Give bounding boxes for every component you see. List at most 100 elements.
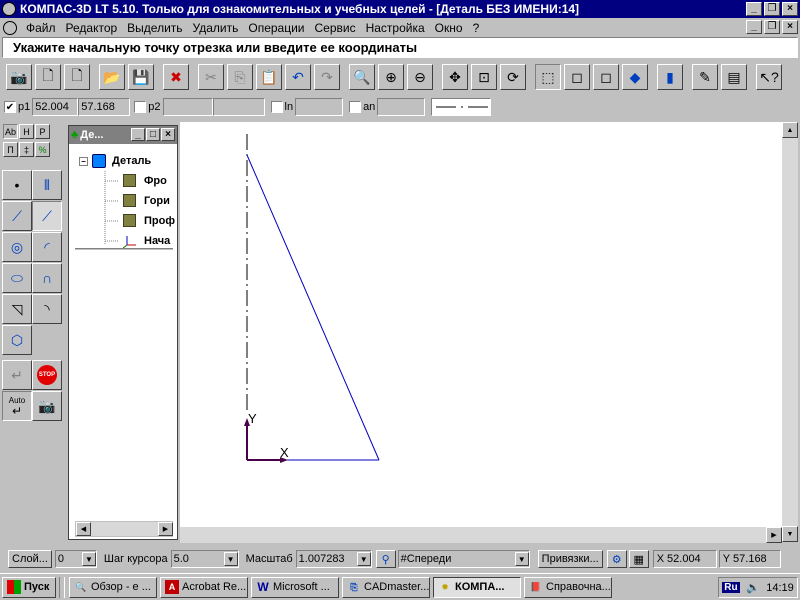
panel-icon[interactable]: ▤ bbox=[721, 64, 747, 90]
menu-window[interactable]: Окно bbox=[430, 21, 468, 35]
doc-maximize-button[interactable]: ❐ bbox=[764, 20, 780, 34]
p2-x-field[interactable] bbox=[162, 98, 213, 116]
zoom-out-icon[interactable]: ⊖ bbox=[407, 64, 433, 90]
undo-icon[interactable]: ↶ bbox=[285, 64, 311, 90]
doc-minimize-button[interactable]: _ bbox=[746, 20, 762, 34]
an-checkbox[interactable] bbox=[349, 101, 362, 113]
auxiliary-line-icon[interactable]: ⫴ bbox=[32, 170, 62, 200]
menu-operations[interactable]: Операции bbox=[243, 21, 309, 35]
doc-icon[interactable] bbox=[3, 20, 17, 35]
delete-cross-icon[interactable]: ✖ bbox=[163, 64, 189, 90]
open-folder-icon[interactable]: 📂 bbox=[99, 64, 125, 90]
chevron-down-icon[interactable]: ▼ bbox=[223, 552, 238, 566]
perspective-icon[interactable]: ▮ bbox=[657, 64, 683, 90]
start-button[interactable]: Пуск bbox=[2, 576, 56, 598]
menu-select[interactable]: Выделить bbox=[122, 21, 187, 35]
redo-icon[interactable]: ↷ bbox=[314, 64, 340, 90]
zoom-fit-icon[interactable]: ⊡ bbox=[471, 64, 497, 90]
view-combo[interactable]: #Спереди ▼ bbox=[397, 550, 530, 568]
p1-y-field[interactable]: 57.168 bbox=[78, 98, 131, 116]
segment-tool-icon[interactable]: ⟋ bbox=[32, 201, 62, 231]
minimize-button[interactable]: _ bbox=[746, 2, 762, 16]
tree-item-origin[interactable]: Нача bbox=[122, 234, 170, 249]
menu-service[interactable]: Сервис bbox=[310, 21, 361, 35]
line-tool-icon[interactable]: ⟋ bbox=[2, 201, 32, 231]
new-file-icon[interactable]: 🗋 bbox=[64, 64, 90, 90]
task-kompas[interactable]: ✹ КОМПА... bbox=[433, 576, 521, 598]
chevron-down-icon[interactable]: ▼ bbox=[81, 552, 96, 566]
chamfer-tool-icon[interactable]: ◹ bbox=[2, 294, 32, 324]
sketch-icon[interactable]: ✎ bbox=[692, 64, 718, 90]
speaker-icon[interactable]: 🔈 bbox=[746, 581, 760, 594]
spline-tool-icon[interactable]: ∩ bbox=[32, 263, 62, 293]
maximize-button[interactable]: ❐ bbox=[764, 2, 780, 16]
layer-button[interactable]: Слой... bbox=[8, 550, 52, 568]
p2-checkbox[interactable] bbox=[134, 101, 147, 113]
chevron-down-icon[interactable]: ▼ bbox=[356, 552, 371, 566]
scroll-right-icon[interactable]: ▶ bbox=[158, 522, 173, 536]
tree-splitter[interactable] bbox=[75, 248, 173, 251]
menu-delete[interactable]: Удалить bbox=[188, 21, 244, 35]
drawing-canvas[interactable]: Y X bbox=[180, 122, 782, 527]
step-combo[interactable]: 5.0 ▼ bbox=[170, 550, 239, 568]
p1-x-field[interactable]: 52.004 bbox=[32, 98, 79, 116]
grid-icon[interactable]: ▦ bbox=[628, 550, 649, 568]
zoom-icon[interactable]: 🔍 bbox=[349, 64, 375, 90]
tab-select[interactable]: % bbox=[35, 142, 50, 157]
language-indicator[interactable]: Ru bbox=[722, 582, 740, 593]
tree-item-profile-plane[interactable]: Проф bbox=[123, 214, 175, 227]
snap-settings-icon[interactable]: ⚙ bbox=[606, 550, 627, 568]
p2-y-field[interactable] bbox=[212, 98, 265, 116]
save-icon[interactable]: 💾 bbox=[128, 64, 154, 90]
p1-checkbox[interactable]: ✔ bbox=[4, 101, 16, 113]
paste-icon[interactable]: 📋 bbox=[256, 64, 282, 90]
fillet-tool-icon[interactable]: ◝ bbox=[32, 294, 62, 324]
tree-item-front-plane[interactable]: Фро bbox=[123, 174, 167, 187]
task-reference[interactable]: 📕 Справочна... bbox=[524, 576, 612, 598]
hidden-lines-icon[interactable]: ◻ bbox=[564, 64, 590, 90]
task-explorer[interactable]: 🔍 Обзор - е ... bbox=[69, 576, 157, 598]
angle-field[interactable] bbox=[377, 98, 426, 116]
zoom-in-icon[interactable]: ⊕ bbox=[378, 64, 404, 90]
shaded-icon[interactable]: ◆ bbox=[622, 64, 648, 90]
task-word[interactable]: W Microsoft ... bbox=[251, 576, 339, 598]
task-acrobat[interactable]: A Acrobat Re... bbox=[160, 576, 248, 598]
scroll-down-icon[interactable]: ▼ bbox=[782, 526, 798, 542]
menu-file[interactable]: Файл bbox=[21, 21, 61, 35]
tab-dimensions[interactable]: H bbox=[19, 124, 34, 139]
menu-help[interactable]: ? bbox=[468, 21, 485, 35]
polygon-tool-icon[interactable]: ⬡ bbox=[2, 325, 32, 355]
scroll-left-icon[interactable]: ◀ bbox=[76, 522, 91, 536]
arc-tool-icon[interactable]: ◜ bbox=[32, 232, 62, 262]
doc-close-button[interactable]: × bbox=[782, 20, 798, 34]
help-pointer-icon[interactable]: ↖? bbox=[756, 64, 782, 90]
task-cadmaster[interactable]: ⎘ CADmaster... bbox=[342, 576, 430, 598]
tree-item-horizontal-plane[interactable]: Гори bbox=[123, 194, 170, 207]
close-button[interactable]: × bbox=[782, 2, 798, 16]
tab-edit[interactable]: P bbox=[35, 124, 50, 139]
scroll-right-icon[interactable]: ▶ bbox=[766, 527, 782, 543]
chevron-down-icon[interactable]: ▼ bbox=[514, 552, 529, 566]
tab-measure[interactable]: ‡ bbox=[19, 142, 34, 157]
ellipse-tool-icon[interactable]: ⬭ bbox=[2, 263, 32, 293]
tab-text[interactable]: Ab bbox=[3, 124, 18, 139]
layer-combo[interactable]: 0 ▼ bbox=[54, 550, 97, 568]
menu-edit[interactable]: Редактор bbox=[61, 21, 123, 35]
horizontal-scrollbar[interactable]: ▶ bbox=[180, 527, 782, 543]
new-sheet-icon[interactable]: 🗋 bbox=[35, 64, 61, 90]
wireframe-icon[interactable]: ⬚ bbox=[535, 64, 561, 90]
cut-icon[interactable]: ✂ bbox=[198, 64, 224, 90]
vertical-scrollbar[interactable]: ▲ ▼ bbox=[782, 122, 798, 542]
tree-hscroll[interactable]: ◀ ▶ bbox=[75, 521, 173, 537]
rotate-icon[interactable]: ⟳ bbox=[500, 64, 526, 90]
snaps-button[interactable]: Привязки... bbox=[537, 550, 603, 568]
scale-combo[interactable]: 1.007283 ▼ bbox=[295, 550, 372, 568]
copy-icon[interactable]: ⎘ bbox=[227, 64, 253, 90]
pan-icon[interactable]: ✥ bbox=[442, 64, 468, 90]
orientation-icon[interactable]: ⚲ bbox=[375, 550, 396, 568]
enter-icon[interactable]: ↵ bbox=[2, 360, 32, 390]
segment-hypotenuse[interactable] bbox=[246, 154, 380, 461]
auto-create-button[interactable]: Auto ↵ bbox=[2, 391, 32, 421]
stop-button[interactable]: STOP bbox=[32, 360, 62, 390]
ln-checkbox[interactable] bbox=[270, 101, 283, 113]
